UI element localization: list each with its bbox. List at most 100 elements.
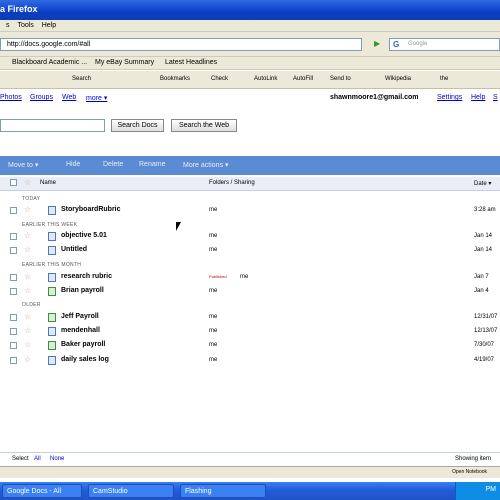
more-actions-button[interactable]: More actions ▾ [183,161,229,169]
bookmarks-bar: Blackboard Academic ... My eBay Summary … [0,56,500,70]
star-icon[interactable]: ☆ [24,340,31,350]
table-row[interactable]: ☆ research rubric Published me Jan 7 [0,272,500,284]
row-checkbox[interactable] [10,328,17,335]
row-checkbox[interactable] [10,357,17,364]
toolbar-wikipedia[interactable]: Wikipedia [385,76,411,82]
star-icon[interactable]: ☆ [24,231,31,241]
toolbar-search[interactable]: Search [72,76,91,82]
document-owner: me [240,274,249,280]
task-flashing[interactable]: Flashing [180,484,266,498]
date-column-header[interactable]: Date ▾ [474,180,491,187]
toolbar-autofill[interactable]: AutoFill [293,76,313,82]
document-name[interactable]: research rubric [61,273,112,280]
row-checkbox[interactable] [10,274,17,281]
name-column-header[interactable]: Name [40,180,56,186]
toolbar-bookmarks[interactable]: Bookmarks [160,76,190,82]
window-title: a Firefox [0,4,38,14]
table-row[interactable]: ☆ StoryboardRubric me 3:28 am [0,205,500,217]
document-icon [48,206,56,215]
hide-button[interactable]: Hide [66,161,80,168]
google-nav: Photos Groups Web more ▾ shawnmoore1@gma… [0,92,500,104]
rename-button[interactable]: Rename [139,161,165,168]
row-checkbox[interactable] [10,207,17,214]
row-checkbox[interactable] [10,233,17,240]
document-date: 4/19/07 [474,357,495,363]
docs-search-input[interactable] [0,119,105,132]
document-name[interactable]: Baker payroll [61,341,105,348]
table-row[interactable]: ☆ Baker payroll me 7/30/07 [0,340,500,352]
star-icon[interactable]: ☆ [24,272,31,282]
document-name[interactable]: Jeff Payroll [61,313,99,320]
star-icon[interactable]: ☆ [24,355,31,365]
document-name[interactable]: objective 5.01 [61,232,107,239]
star-icon[interactable]: ☆ [24,326,31,336]
row-checkbox[interactable] [10,247,17,254]
nav-groups[interactable]: Groups [30,94,53,101]
select-all-link[interactable]: All [34,456,41,462]
select-all-checkbox[interactable] [10,179,17,186]
delete-button[interactable]: Delete [103,161,123,168]
nav-photos[interactable]: Photos [0,94,22,101]
settings-link[interactable]: Settings [437,94,462,101]
table-row[interactable]: ☆ mendenhall me 12/13/07 [0,326,500,338]
star-icon[interactable]: ☆ [24,312,31,322]
document-name[interactable]: mendenhall [61,327,100,334]
row-checkbox[interactable] [10,314,17,321]
document-name[interactable]: Untitled [61,246,87,253]
bookmark-blackboard[interactable]: Blackboard Academic ... [12,59,87,66]
move-to-button[interactable]: Move to ▾ [8,161,38,169]
menu-item-s[interactable]: s [6,20,10,32]
showing-items-label: Showing item [455,456,492,462]
document-name[interactable]: StoryboardRubric [61,206,121,213]
document-icon [48,327,56,336]
bookmark-ebay[interactable]: My eBay Summary [95,59,154,66]
star-icon[interactable]: ☆ [24,286,31,296]
row-checkbox[interactable] [10,342,17,349]
toolbar-the[interactable]: the [440,76,448,82]
nav-web[interactable]: Web [62,94,76,101]
signout-link[interactable]: S [493,94,498,101]
menu-item-tools[interactable]: Tools [17,20,33,32]
task-camstudio[interactable]: CamStudio [88,484,174,498]
document-date: 3:28 am [474,207,496,213]
browser-search-input[interactable]: G Google [389,38,500,51]
star-header-icon: ☆ [24,178,32,187]
search-docs-button[interactable]: Search Docs [111,119,164,132]
document-date: 7/30/07 [474,342,495,348]
document-icon [48,246,56,255]
menu-item-help[interactable]: Help [42,20,56,32]
document-name[interactable]: daily sales log [61,356,109,363]
group-earlier-month: EARLIER THIS MONTH [22,262,82,268]
document-owner: me [209,314,218,320]
document-date: Jan 7 [474,274,489,280]
document-owner: me [209,233,218,239]
row-checkbox[interactable] [10,288,17,295]
table-row[interactable]: ☆ daily sales log me 4/19/07 [0,355,500,367]
status-text: Open Notebook [452,469,488,475]
go-icon[interactable]: ▶ [374,39,384,49]
star-icon[interactable]: ☆ [24,205,31,215]
toolbar-autolink[interactable]: AutoLink [254,76,277,82]
task-google-docs[interactable]: Google Docs - All item... [2,484,82,498]
spreadsheet-icon [48,313,56,322]
select-none-link[interactable]: None [50,456,64,462]
table-row[interactable]: ☆ Untitled me Jan 14 [0,245,500,257]
table-row[interactable]: ☆ Brian payroll me Jan 4 [0,286,500,298]
search-web-button[interactable]: Search the Web [171,119,237,132]
document-date: 12/13/07 [474,328,498,334]
document-name[interactable]: Brian payroll [61,287,104,294]
nav-more[interactable]: more ▾ [86,94,107,102]
table-row[interactable]: ☆ Jeff Payroll me 12/31/07 [0,312,500,324]
table-row[interactable]: ☆ objective 5.01 me Jan 14 [0,231,500,243]
document-owner: me [209,207,218,213]
folders-column-header[interactable]: Folders / Sharing [209,180,255,186]
toolbar-send-to[interactable]: Send to [330,76,351,82]
bookmark-headlines[interactable]: Latest Headlines [165,59,217,66]
status-bar: Open Notebook [0,466,500,478]
taskbar: Google Docs - All item... CamStudio Flas… [0,482,500,500]
url-bar[interactable]: http://docs.google.com/#all [0,38,362,51]
toolbar-check[interactable]: Check [211,76,228,82]
star-icon[interactable]: ☆ [24,245,31,255]
document-owner: me [209,328,218,334]
help-link[interactable]: Help [471,94,485,101]
